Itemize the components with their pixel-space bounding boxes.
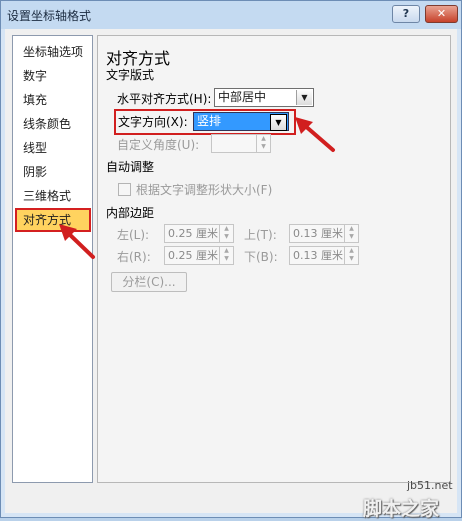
margin-top-spinner[interactable]: 0.13 厘米 ▲ ▼ [289,224,359,243]
dialog-title: 设置坐标轴格式 [7,9,92,23]
margin-right-label: 右(R): [117,250,151,264]
text-direction-value: 竖排 [197,114,222,128]
alignment-panel: 对齐方式 文字版式 水平对齐方式(H): 中部居中 ▼ 文字方向(X): 竖排 … [97,35,451,483]
up-arrow-icon[interactable]: ▲ [345,225,358,233]
margin-top-label: 上(T): [244,228,277,242]
nav-item-fill[interactable]: 填充 [17,90,89,110]
nav-item-3d-format[interactable]: 三维格式 [17,186,89,206]
margin-bottom-spinner[interactable]: 0.13 厘米 ▲ ▼ [289,246,359,265]
nav-item-line-color[interactable]: 线条颜色 [17,114,89,134]
spinner-buttons[interactable]: ▲ ▼ [219,225,233,242]
resize-shape-label: 根据文字调整形状大小(F) [136,183,273,197]
margin-top-value: 0.13 厘米 [293,227,343,240]
custom-angle-spinner[interactable]: ▲ ▼ [211,134,271,153]
up-arrow-icon[interactable]: ▲ [220,247,233,255]
chevron-down-icon[interactable]: ▼ [296,90,312,105]
margin-right-spinner[interactable]: 0.25 厘米 ▲ ▼ [164,246,234,265]
nav-item-number[interactable]: 数字 [17,66,89,86]
down-arrow-icon[interactable]: ▼ [220,233,233,241]
down-arrow-icon[interactable]: ▼ [220,255,233,263]
watermark-url: jb51.net [407,479,453,492]
margin-left-label: 左(L): [117,228,150,242]
margin-left-spinner[interactable]: 0.25 厘米 ▲ ▼ [164,224,234,243]
nav-item-shadow[interactable]: 阴影 [17,162,89,182]
text-direction-select[interactable]: 竖排 ▼ [193,112,289,131]
h-align-select[interactable]: 中部居中 ▼ [214,88,314,107]
resize-shape-checkbox[interactable] [118,183,131,196]
h-align-label: 水平对齐方式(H): [117,92,212,106]
help-button[interactable]: ? [392,5,420,23]
spinner-buttons[interactable]: ▲ ▼ [344,247,358,264]
annotation-arrow-icon [59,224,95,259]
down-arrow-icon[interactable]: ▼ [345,255,358,263]
title-bar[interactable]: 设置坐标轴格式 ? ✕ [1,1,461,28]
section-internal-margins: 内部边距 [106,206,155,220]
h-align-value: 中部居中 [218,90,267,104]
columns-button[interactable]: 分栏(C)... [111,272,187,292]
margin-right-value: 0.25 厘米 [168,249,218,262]
nav-item-line-style[interactable]: 线型 [17,138,89,158]
custom-angle-label: 自定义角度(U): [117,138,200,152]
format-axis-dialog: 设置坐标轴格式 ? ✕ 坐标轴选项 数字 填充 线条颜色 线型 阴影 三维格式 … [0,0,462,520]
down-arrow-icon[interactable]: ▼ [345,233,358,241]
dialog-body: 坐标轴选项 数字 填充 线条颜色 线型 阴影 三维格式 对齐方式 对齐方式 文字… [5,29,457,513]
up-arrow-icon[interactable]: ▲ [345,247,358,255]
margin-bottom-label: 下(B): [244,250,278,264]
margin-left-value: 0.25 厘米 [168,227,218,240]
close-button[interactable]: ✕ [425,5,458,23]
spinner-buttons[interactable]: ▲ ▼ [256,135,270,152]
up-arrow-icon[interactable]: ▲ [220,225,233,233]
margin-bottom-value: 0.13 厘米 [293,249,343,262]
section-text-layout: 文字版式 [106,68,155,82]
spinner-buttons[interactable]: ▲ ▼ [344,225,358,242]
up-arrow-icon[interactable]: ▲ [257,135,270,143]
spinner-buttons[interactable]: ▲ ▼ [219,247,233,264]
watermark-brand: 脚本之家 [363,498,440,520]
annotation-arrow-icon [295,117,335,152]
text-direction-label: 文字方向(X): [118,115,188,129]
chevron-down-icon[interactable]: ▼ [270,114,287,131]
section-autofit: 自动调整 [106,160,155,174]
down-arrow-icon[interactable]: ▼ [257,143,270,151]
nav-item-axis-options[interactable]: 坐标轴选项 [17,42,89,62]
